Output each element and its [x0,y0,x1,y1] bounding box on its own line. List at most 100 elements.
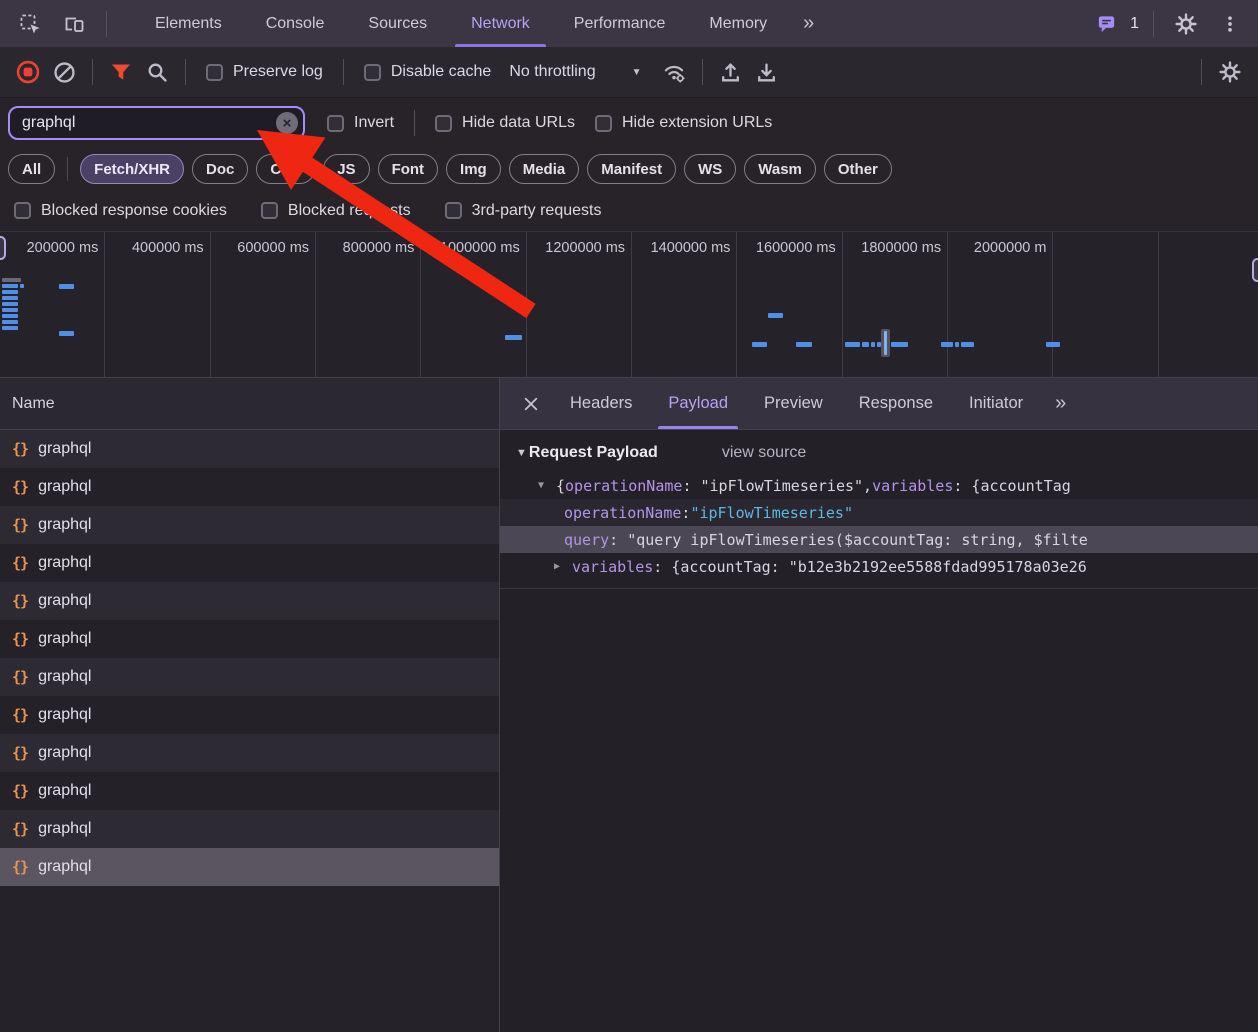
request-name: graphql [38,858,91,876]
tab-performance[interactable]: Performance [552,0,688,47]
network-request-row[interactable]: {}graphql [0,810,499,848]
inspect-element-icon[interactable] [8,0,52,47]
more-detail-tabs-button[interactable]: » [1041,378,1082,429]
payload-tree-row[interactable]: ▼{operationName: "ipFlowTimeseries", var… [500,472,1258,499]
more-tabs-button[interactable]: » [789,0,830,47]
json-braces-icon: {} [12,516,28,534]
hide-extension-urls-checkbox[interactable]: Hide extension URLs [595,114,772,132]
filter-chip-doc[interactable]: Doc [192,154,248,184]
tab-elements[interactable]: Elements [133,0,244,47]
network-request-row[interactable]: {}graphql [0,658,499,696]
filter-chip-img[interactable]: Img [446,154,501,184]
kebab-menu-icon[interactable] [1208,14,1252,34]
checkbox-box[interactable] [445,202,462,219]
detail-tab-headers[interactable]: Headers [552,378,650,429]
timeline-column [1053,232,1158,377]
search-icon[interactable] [139,54,175,90]
invert-checkbox[interactable]: Invert [327,114,394,132]
clear-network-log-icon[interactable] [46,54,82,90]
tab-console[interactable]: Console [244,0,347,47]
throttling-select[interactable]: No throttling ▼ [509,63,641,81]
issues-message-icon[interactable] [1084,12,1128,35]
checkbox-box[interactable] [206,64,223,81]
clear-filter-icon[interactable]: × [276,112,298,134]
main-tabs: ElementsConsoleSourcesNetworkPerformance… [133,0,789,47]
network-overview-timeline[interactable]: 200000 ms400000 ms600000 ms800000 ms1000… [0,232,1258,378]
detail-tab-initiator[interactable]: Initiator [951,378,1041,429]
settings-gear-icon[interactable] [1164,12,1208,36]
request-name: graphql [38,478,91,496]
checkbox-box[interactable] [595,115,612,132]
detail-tab-payload[interactable]: Payload [650,378,746,429]
view-source-link[interactable]: view source [722,444,806,462]
section-expander-icon[interactable]: ▼ [516,447,527,459]
device-toolbar-icon[interactable] [52,0,96,47]
import-har-icon[interactable] [713,54,749,90]
network-settings-gear-icon[interactable] [1212,54,1248,90]
divider [343,59,344,85]
expander-icon[interactable]: ▼ [538,480,556,491]
network-request-row[interactable]: {}graphql [0,772,499,810]
network-request-row[interactable]: {}graphql [0,582,499,620]
export-har-icon[interactable] [749,54,785,90]
filter-chip-manifest[interactable]: Manifest [587,154,676,184]
checkbox-box[interactable] [261,202,278,219]
json-braces-icon: {} [12,440,28,458]
payload-token: { [556,477,565,495]
filter-funnel-icon[interactable] [103,54,139,90]
filter-chip-fetch-xhr[interactable]: Fetch/XHR [80,154,184,184]
checkbox-box[interactable] [435,115,452,132]
request-payload-header: ▼ Request Payload view source [516,444,1258,462]
filter-chip-all[interactable]: All [8,154,55,184]
filter-chip-css[interactable]: CSS [256,154,315,184]
request-name: graphql [38,782,91,800]
network-request-row[interactable]: {}graphql [0,620,499,658]
timeline-column: 800000 ms [316,232,421,377]
expander-icon[interactable]: ▶ [554,561,572,572]
checkbox-box[interactable] [327,115,344,132]
overview-handle-right[interactable] [1252,258,1258,282]
filter-chip-font[interactable]: Font [378,154,438,184]
network-request-row[interactable]: {}graphql [0,468,499,506]
filter-chip-media[interactable]: Media [509,154,580,184]
payload-tree-row[interactable]: operationName: "ipFlowTimeseries" [500,499,1258,526]
network-request-row[interactable]: {}graphql [0,430,499,468]
name-column-header[interactable]: Name [0,378,499,430]
timeline-request-bar [2,302,18,306]
filter-chip-ws[interactable]: WS [684,154,736,184]
filter-chip-wasm[interactable]: Wasm [744,154,816,184]
close-detail-button[interactable] [510,378,552,429]
detail-tab-response[interactable]: Response [841,378,951,429]
third-party-requests-checkbox[interactable]: 3rd-party requests [445,202,602,220]
network-request-row[interactable]: {}graphql [0,506,499,544]
network-request-row[interactable]: {}graphql [0,734,499,772]
network-conditions-icon[interactable] [656,54,692,90]
tab-sources[interactable]: Sources [346,0,449,47]
timeline-tick-label: 1400000 ms [632,240,736,256]
request-name: graphql [38,554,91,572]
filter-input[interactable] [8,106,305,140]
request-list: {}graphql{}graphql{}graphql{}graphql{}gr… [0,430,499,886]
checkbox-box[interactable] [14,202,31,219]
network-request-row[interactable]: {}graphql [0,544,499,582]
payload-tree-row[interactable]: query: "query ipFlowTimeseries($accountT… [500,526,1258,553]
detail-tab-preview[interactable]: Preview [746,378,841,429]
network-request-row[interactable]: {}graphql [0,696,499,734]
payload-tree-row[interactable]: ▶variables: {accountTag: "b12e3b2192ee55… [500,553,1258,580]
filter-chip-js[interactable]: JS [323,154,369,184]
checkbox-box[interactable] [364,64,381,81]
tab-network[interactable]: Network [449,0,552,47]
overview-handle-left[interactable] [0,236,6,260]
tab-memory[interactable]: Memory [687,0,789,47]
hide-data-urls-checkbox[interactable]: Hide data URLs [435,114,575,132]
checkbox-label: Hide extension URLs [622,114,772,132]
network-request-row[interactable]: {}graphql [0,848,499,886]
blocked-requests-checkbox[interactable]: Blocked requests [261,202,411,220]
blocked-response-cookies-checkbox[interactable]: Blocked response cookies [14,202,227,220]
disable-cache-checkbox[interactable]: Disable cache [364,63,492,81]
record-network-log-button[interactable] [10,54,46,90]
filter-chip-other[interactable]: Other [824,154,892,184]
request-name: graphql [38,744,91,762]
preserve-log-checkbox[interactable]: Preserve log [206,63,323,81]
request-type-chips: All Fetch/XHR Doc CSS JS Font Img MediaManifest… [0,148,1258,190]
